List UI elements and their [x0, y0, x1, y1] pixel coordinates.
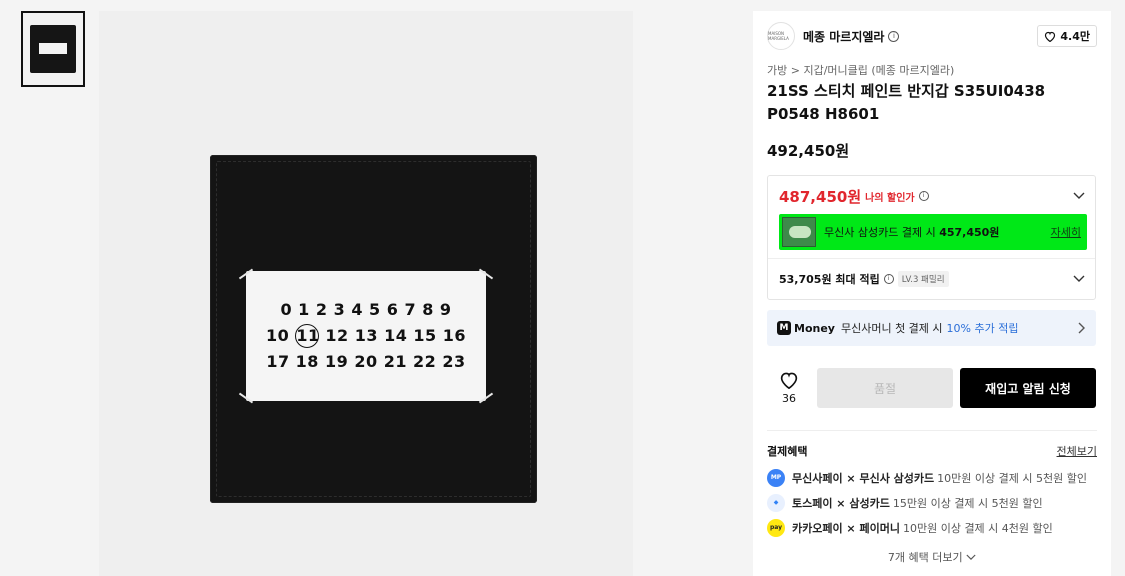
label-number-row: 10 11 12 13 14 15 16: [254, 323, 478, 349]
brand-logo[interactable]: MAISON MARGIELA: [767, 22, 795, 50]
label-number: 0: [280, 300, 293, 319]
label-number: 11: [295, 324, 320, 348]
number-label-patch: 0 1 2 3 4 5 6 7 8 9 10 11 12 13 14 15 16 1…: [238, 268, 494, 404]
label-number: 3: [333, 300, 346, 319]
label-number: 10: [265, 326, 290, 345]
musinsa-pay-icon: MP: [767, 469, 785, 487]
info-icon[interactable]: i: [883, 274, 894, 284]
brand-like-button[interactable]: 4.4만: [1037, 25, 1097, 47]
brand-row: MAISON MARGIELA 메종 마르지엘라 i 4.4만: [767, 22, 1097, 50]
label-number: 1: [298, 300, 310, 319]
label-number: 22: [413, 352, 437, 371]
breadcrumb-cat2[interactable]: 지갑/머니클립 (메종 마르지엘라): [803, 64, 954, 77]
level-badge: LV.3 패밀리: [897, 271, 949, 287]
label-number: 14: [384, 326, 408, 345]
more-benefits-button[interactable]: 7개 혜택 더보기: [753, 549, 1111, 565]
kakao-pay-icon: pay: [767, 519, 785, 537]
card-promo-banner[interactable]: 무신사 삼성카드 결제 시 457,450원 자세히: [779, 214, 1087, 250]
benefits-header: 결제혜택 전체보기: [767, 443, 1097, 459]
label-number: 13: [354, 326, 378, 345]
breadcrumb-cat1[interactable]: 가방: [767, 64, 787, 77]
label-number: 21: [383, 352, 407, 371]
card-promo-text: 무신사 삼성카드 결제 시 457,450원: [824, 226, 1000, 239]
price-benefit-box: 487,450원 나의 할인가 i 무신사 삼성카드 결제 시 457,450원…: [767, 175, 1096, 300]
brand-like-count: 4.4만: [1060, 30, 1090, 43]
money-text: 무신사머니 첫 결제 시: [840, 322, 943, 335]
benefit-item[interactable]: ◆ 토스페이 × 삼성카드 15만원 이상 결제 시 5천원 할인: [767, 494, 1043, 512]
product-price: 492,450원: [767, 142, 850, 160]
label-number-row: 0 1 2 3 4 5 6 7 8 9: [254, 297, 478, 323]
benefit-item[interactable]: pay 카카오페이 × 페이머니 10만원 이상 결제 시 4천원 할인: [767, 519, 1053, 537]
discount-price: 487,450원: [779, 187, 862, 206]
label-number: 7: [404, 300, 417, 319]
chevron-down-icon[interactable]: [1073, 275, 1085, 283]
chevron-down-icon[interactable]: [1073, 192, 1085, 200]
money-highlight: 10% 추가 적립: [946, 322, 1019, 335]
label-number: 9: [439, 300, 452, 319]
benefits-title: 결제혜택: [767, 445, 808, 458]
restock-alert-button[interactable]: 재입고 알림 신청: [960, 368, 1096, 408]
brand-name[interactable]: 메종 마르지엘라: [803, 28, 884, 45]
product-main-image: 0 1 2 3 4 5 6 7 8 9 10 11 12 13 14 15 16 1…: [99, 11, 633, 576]
toss-pay-icon: ◆: [767, 494, 785, 512]
breadcrumb-separator: >: [790, 64, 800, 77]
product-thumbnail[interactable]: [21, 11, 85, 87]
benefit-item[interactable]: MP 무신사페이 × 무신사 삼성카드 10만원 이상 결제 시 5천원 할인: [767, 469, 1087, 487]
label-number: 23: [442, 352, 466, 371]
heart-icon: [1045, 31, 1056, 42]
money-name: Money: [794, 321, 835, 335]
label-number: 6: [386, 300, 399, 319]
info-icon[interactable]: i: [918, 191, 929, 201]
label-number: 5: [369, 300, 381, 319]
label-number: 12: [325, 326, 349, 345]
money-banner[interactable]: M Money 무신사머니 첫 결제 시 10% 추가 적립: [767, 310, 1096, 346]
product-info-panel: MAISON MARGIELA 메종 마르지엘라 i 4.4만 가방 > 지갑/…: [753, 11, 1111, 576]
label-number: 19: [325, 352, 349, 371]
breadcrumb: 가방 > 지갑/머니클립 (메종 마르지엘라): [767, 62, 954, 78]
label-number: 15: [413, 326, 437, 345]
action-bar: 36 품절 재입고 알림 신청: [767, 368, 1096, 408]
points-row[interactable]: 53,705원 최대 적립 i LV.3 패밀리: [779, 268, 1085, 290]
label-numbers: 0 1 2 3 4 5 6 7 8 9 10 11 12 13 14 15 16 1…: [254, 297, 478, 375]
money-logo-icon: M: [777, 321, 791, 335]
info-icon[interactable]: i: [888, 30, 900, 42]
product-title: 21SS 스티치 페인트 반지갑 S35UI0438 P0548 H8601: [767, 82, 1046, 123]
label-number: 20: [354, 352, 378, 371]
label-number: 4: [351, 300, 363, 319]
discount-row[interactable]: 487,450원 나의 할인가 i: [779, 185, 1085, 207]
like-button[interactable]: 36: [767, 371, 811, 405]
view-all-link[interactable]: 전체보기: [1057, 443, 1097, 459]
wallet-image: 0 1 2 3 4 5 6 7 8 9 10 11 12 13 14 15 16 1…: [210, 155, 537, 503]
chevron-right-icon: [1078, 322, 1085, 334]
card-image: [782, 217, 816, 247]
label-number: 18: [295, 352, 319, 371]
label-number: 2: [315, 300, 328, 319]
label-number: 16: [442, 326, 467, 345]
like-count: 36: [782, 392, 796, 405]
chevron-down-icon: [966, 554, 976, 560]
card-detail-link[interactable]: 자세히: [1051, 224, 1081, 240]
thumbnail-wallet-image: [30, 25, 76, 73]
discount-label: 나의 할인가: [865, 192, 915, 204]
points-text: 53,705원 최대 적립: [779, 273, 880, 286]
buy-button[interactable]: 품절: [817, 368, 953, 408]
heart-icon: [780, 372, 798, 389]
label-number-row: 17 18 19 20 21 22 23: [254, 349, 478, 375]
label-number: 8: [422, 300, 434, 319]
label-number: 17: [266, 352, 290, 371]
